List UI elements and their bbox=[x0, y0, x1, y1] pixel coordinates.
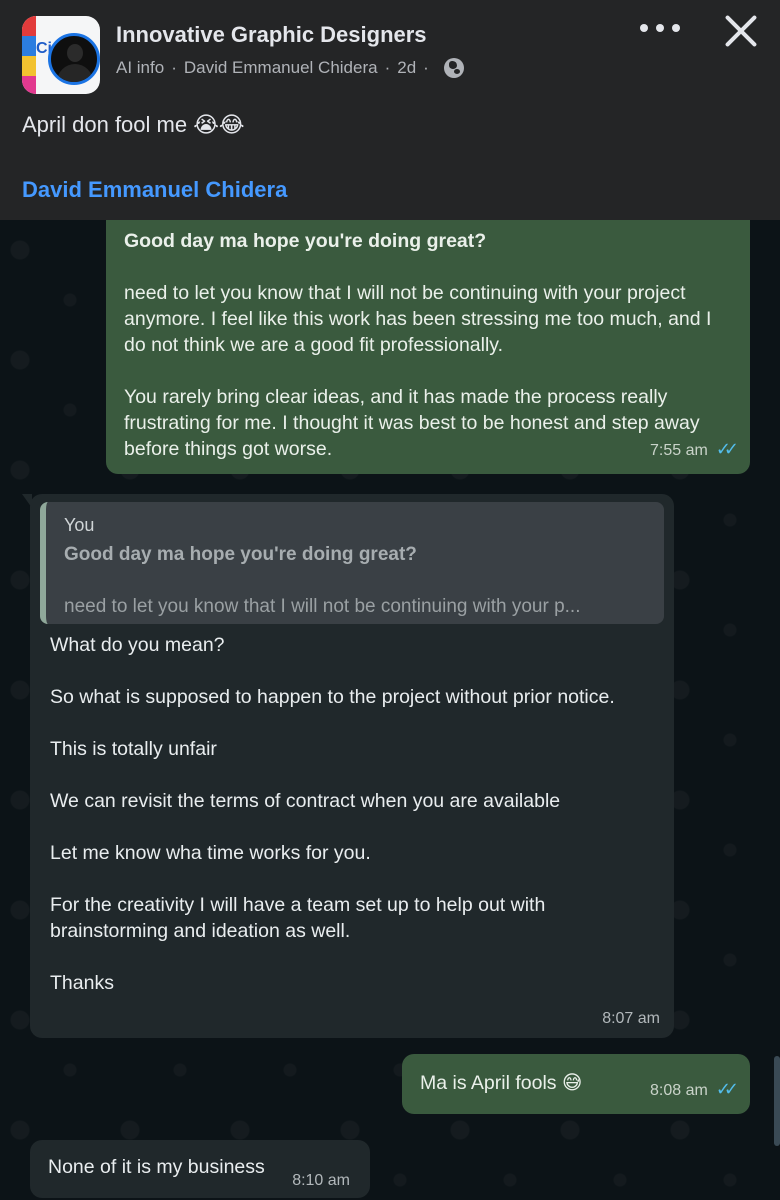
outgoing-message-bubble: Ma is April fools 😅 8:08 am ✓✓ bbox=[402, 1054, 750, 1114]
more-options-icon[interactable] bbox=[640, 18, 680, 38]
close-icon[interactable] bbox=[722, 12, 760, 50]
message-text: Ma is April fools bbox=[420, 1072, 557, 1094]
scrollbar-thumb[interactable] bbox=[774, 1056, 780, 1146]
message-paragraph: Thanks bbox=[50, 972, 114, 994]
author-avatar[interactable] bbox=[48, 33, 100, 85]
post-caption: April don fool me 😭😂 bbox=[22, 112, 245, 138]
message-text: None of it is my business bbox=[48, 1156, 265, 1178]
author-name-link[interactable]: David Emmanuel Chidera bbox=[22, 177, 287, 203]
message-time: 8:10 am bbox=[292, 1172, 350, 1189]
message-title: Good day ma hope you're doing great? bbox=[124, 230, 487, 252]
post-meta: AI info · David Emmanuel Chidera · 2d · bbox=[116, 58, 464, 78]
message-paragraph: You rarely bring clear ideas, and it has… bbox=[124, 386, 700, 460]
incoming-message-bubble: None of it is my business 8:10 am bbox=[30, 1140, 370, 1198]
message-paragraph: For the creativity I will have a team se… bbox=[50, 894, 546, 942]
quote-sender: You bbox=[64, 515, 95, 535]
post-header: Ci Innovative Graphic Designers AI info … bbox=[0, 0, 780, 220]
message-paragraph: We can revisit the terms of contract whe… bbox=[50, 790, 561, 812]
message-paragraph: need to let you know that I will not be … bbox=[124, 282, 712, 356]
meta-author-link[interactable]: David Emmanuel Chidera bbox=[184, 58, 378, 78]
time-text: 7:55 am bbox=[650, 442, 708, 459]
separator-dot: · bbox=[171, 58, 177, 77]
quoted-message[interactable]: You Good day ma hope you're doing great?… bbox=[40, 502, 664, 624]
caption-text: April don fool me bbox=[22, 112, 188, 137]
group-name[interactable]: Innovative Graphic Designers bbox=[116, 22, 427, 48]
message-time: 8:07 am bbox=[602, 1010, 660, 1027]
message-paragraph: This is totally unfair bbox=[50, 738, 217, 760]
chat-screenshot[interactable]: Good day ma hope you're doing great? nee… bbox=[0, 220, 780, 1200]
read-ticks-icon: ✓✓ bbox=[715, 439, 739, 460]
outgoing-message-bubble: Good day ma hope you're doing great? nee… bbox=[106, 220, 750, 474]
message-body: What do you mean? So what is supposed to… bbox=[40, 624, 664, 996]
caption-emojis: 😭😂 bbox=[193, 113, 245, 138]
quote-line: need to let you know that I will not be … bbox=[64, 596, 581, 617]
separator-dot: · bbox=[384, 58, 391, 77]
message-paragraph: So what is supposed to happen to the pro… bbox=[50, 686, 615, 708]
message-time: 7:55 am ✓✓ bbox=[650, 437, 739, 464]
separator-dot: · bbox=[423, 58, 429, 77]
globe-icon bbox=[443, 58, 464, 78]
message-emoji: 😅 bbox=[561, 1071, 583, 1094]
post-time[interactable]: 2d bbox=[397, 58, 416, 78]
quote-line: Good day ma hope you're doing great? bbox=[64, 544, 417, 565]
message-paragraph: What do you mean? bbox=[50, 634, 225, 656]
message-paragraph: Let me know wha time works for you. bbox=[50, 842, 371, 864]
incoming-message-bubble: You Good day ma hope you're doing great?… bbox=[22, 494, 674, 1038]
time-text: 8:08 am bbox=[650, 1082, 708, 1099]
read-ticks-icon: ✓✓ bbox=[715, 1079, 739, 1100]
ai-info-link[interactable]: AI info bbox=[116, 58, 164, 78]
message-time: 8:08 am ✓✓ bbox=[650, 1077, 739, 1104]
